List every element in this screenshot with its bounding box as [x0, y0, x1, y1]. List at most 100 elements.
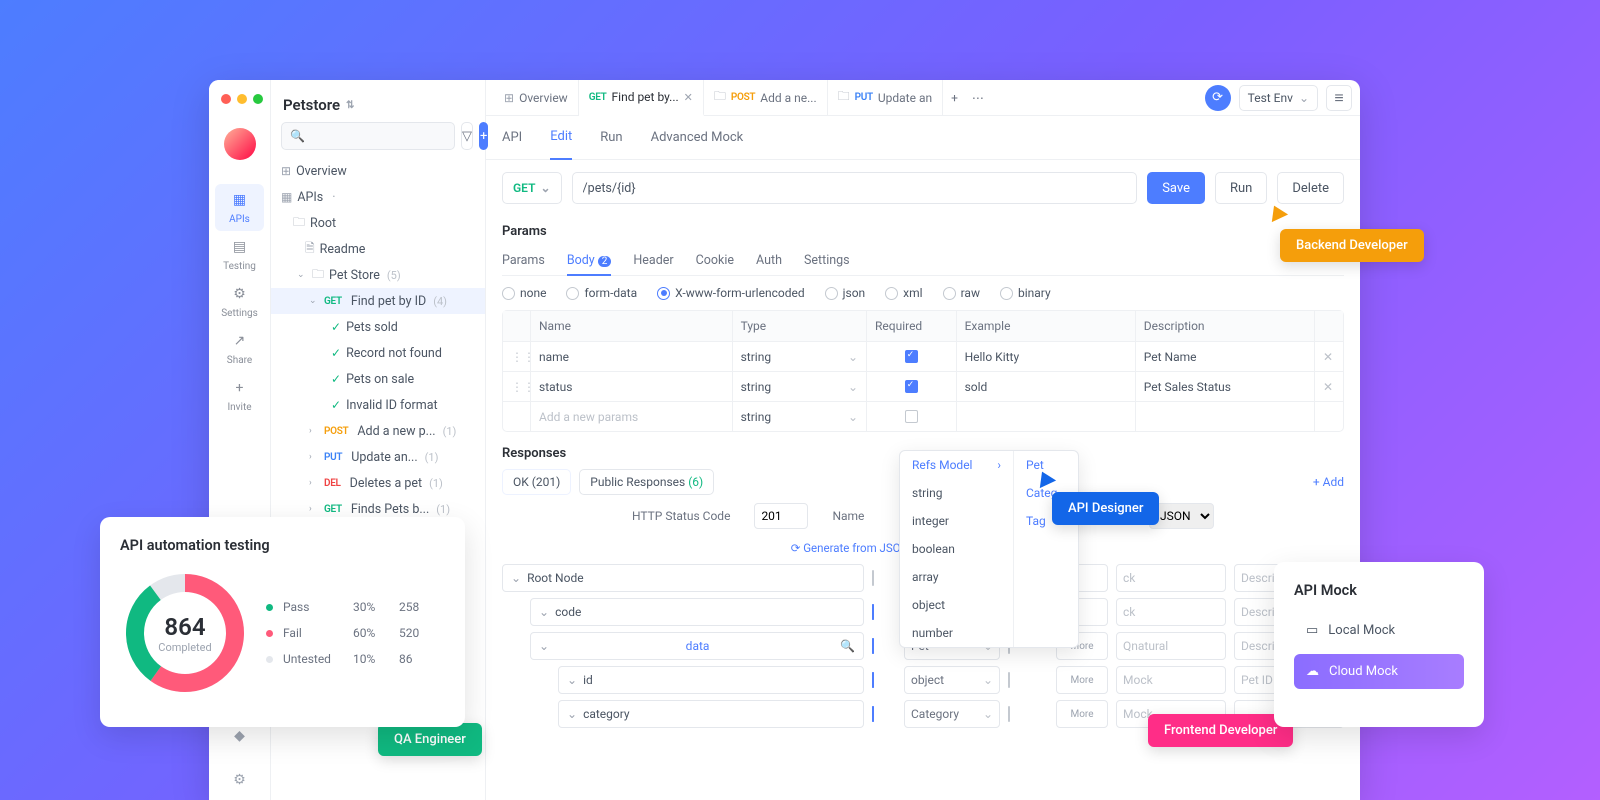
param-desc[interactable]: Pet Name [1136, 342, 1315, 371]
editor-tab[interactable]: GETFind pet by...✕ [579, 80, 704, 116]
sync-button[interactable]: ⟳ [1205, 85, 1231, 111]
param-name[interactable]: status [531, 372, 733, 401]
tree-endpoint[interactable]: ›POSTAdd a new p...(1) [271, 418, 485, 444]
mock-input[interactable]: ck [1116, 564, 1226, 592]
subtab-advanced-mock[interactable]: Advanced Mock [651, 116, 744, 160]
encoding-X-www-form-urlencoded[interactable]: X-www-form-urlencoded [657, 286, 804, 300]
type-option[interactable]: object [900, 591, 1013, 619]
encoding-raw[interactable]: raw [943, 286, 980, 300]
type-option[interactable]: integer [900, 507, 1013, 535]
delete-button[interactable]: Delete [1277, 172, 1344, 204]
mock-input[interactable]: Qnatural [1116, 632, 1226, 660]
required-checkbox[interactable] [872, 570, 874, 586]
rail-item-invite[interactable]: +Invite [215, 372, 264, 419]
avatar[interactable] [224, 128, 256, 160]
sidebar-search-input[interactable] [281, 122, 455, 150]
required-checkbox[interactable] [872, 706, 874, 722]
local-mock-option[interactable]: ▭Local Mock [1294, 613, 1464, 648]
subtab-run[interactable]: Run [600, 116, 622, 160]
tree-example[interactable]: ✓Pets sold [271, 314, 485, 340]
method-select[interactable]: GET⌄ [502, 172, 562, 204]
rail-item-share[interactable]: ↗Share [215, 325, 264, 372]
required-checkbox[interactable] [872, 638, 874, 654]
required-checkbox[interactable] [905, 380, 918, 393]
param-type[interactable]: string⌄ [733, 372, 867, 401]
required-checkbox[interactable] [905, 350, 918, 363]
param-name[interactable]: name [531, 342, 733, 371]
mock-input[interactable]: Mock [1116, 666, 1226, 694]
schema-name[interactable]: ⌄code [530, 598, 864, 626]
rail-item-settings[interactable]: ⚙Settings [215, 278, 264, 325]
tree-example[interactable]: ✓Invalid ID format [271, 392, 485, 418]
param-example[interactable]: Hello Kitty [957, 342, 1136, 371]
editor-tab[interactable]: ⊞Overview [494, 80, 579, 116]
rail-item-apis[interactable]: ▦APIs [215, 184, 264, 231]
minimize-window-icon[interactable] [237, 94, 247, 104]
type-option[interactable]: string [900, 479, 1013, 507]
drag-handle-icon[interactable]: ⋮⋮ [503, 372, 531, 401]
tree-endpoint[interactable]: ›DELDeletes a pet(1) [271, 470, 485, 496]
schema-type-select[interactable]: object⌄ [904, 666, 1000, 694]
tree-example[interactable]: ✓Pets on sale [271, 366, 485, 392]
schema-name[interactable]: ⌄data🔍 [530, 632, 864, 660]
notification-icon[interactable]: ◆ [230, 726, 250, 746]
cloud-mock-option[interactable]: ☁Cloud Mock [1294, 654, 1464, 689]
mock-input[interactable]: ck [1116, 598, 1226, 626]
editor-tab[interactable]: 🗀PUTUpdate an [828, 80, 943, 116]
response-tab[interactable]: OK (201) [502, 469, 571, 495]
new-tab-button[interactable]: + [943, 80, 966, 116]
encoding-form-data[interactable]: form-data [566, 286, 637, 300]
param-type[interactable]: string⌄ [733, 342, 867, 371]
nullable-checkbox[interactable] [1008, 706, 1010, 722]
type-option[interactable]: array [900, 563, 1013, 591]
tree-example[interactable]: ✓Record not found [271, 340, 485, 366]
settings-gear-icon[interactable]: ⚙ [230, 770, 250, 790]
schema-name[interactable]: ⌄Root Node [502, 564, 864, 592]
tree-endpoint[interactable]: ›PUTUpdate an...(1) [271, 444, 485, 470]
delete-row-icon[interactable]: ✕ [1315, 372, 1343, 401]
encoding-none[interactable]: none [502, 286, 546, 300]
param-example[interactable]: sold [957, 372, 1136, 401]
tree-apis[interactable]: ▦APIs· [271, 184, 485, 210]
type-option[interactable]: number [900, 619, 1013, 647]
close-tab-icon[interactable]: ✕ [684, 91, 693, 104]
param-add-row[interactable]: Add a new paramsstring⌄ [503, 401, 1343, 431]
response-tab[interactable]: Public Responses (6) [579, 469, 714, 495]
required-checkbox[interactable] [905, 410, 918, 423]
param-tab-auth[interactable]: Auth [756, 247, 782, 275]
required-checkbox[interactable] [872, 604, 874, 620]
param-tab-settings[interactable]: Settings [804, 247, 850, 275]
close-window-icon[interactable] [221, 94, 231, 104]
url-input[interactable] [572, 172, 1138, 204]
tree-petstore[interactable]: ⌄🗀Pet Store(5) [271, 262, 485, 288]
tree-overview[interactable]: ⊞Overview [271, 158, 485, 184]
tree-root[interactable]: 🗀Root [271, 210, 485, 236]
more-button[interactable]: More [1056, 700, 1108, 728]
param-tab-cookie[interactable]: Cookie [696, 247, 734, 275]
env-select[interactable]: Test Env ⌄ [1239, 85, 1318, 111]
tab-menu[interactable]: ⋯ [966, 80, 990, 116]
subtab-edit[interactable]: Edit [550, 116, 572, 160]
maximize-window-icon[interactable] [253, 94, 263, 104]
tree-readme[interactable]: 🗎Readme [271, 236, 485, 262]
param-tab-header[interactable]: Header [633, 247, 673, 275]
schema-type-select[interactable]: Category⌄ [904, 700, 1000, 728]
encoding-xml[interactable]: xml [885, 286, 922, 300]
type-option[interactable]: boolean [900, 535, 1013, 563]
run-button[interactable]: Run [1215, 172, 1267, 204]
param-desc[interactable]: Pet Sales Status [1136, 372, 1315, 401]
encoding-binary[interactable]: binary [1000, 286, 1051, 300]
add-response-link[interactable]: + Add [1313, 475, 1344, 489]
required-checkbox[interactable] [872, 672, 874, 688]
nullable-checkbox[interactable] [1008, 672, 1010, 688]
param-tab-params[interactable]: Params [502, 247, 545, 275]
menu-button[interactable]: ≡ [1326, 85, 1352, 111]
encoding-json[interactable]: json [825, 286, 866, 300]
filter-button[interactable]: ▽ [461, 122, 473, 150]
schema-name[interactable]: ⌄id [558, 666, 864, 694]
http-status-input[interactable] [754, 503, 808, 529]
editor-tab[interactable]: 🗀POSTAdd a ne... [704, 80, 828, 116]
rail-item-testing[interactable]: ▤Testing [215, 231, 264, 278]
save-button[interactable]: Save [1147, 172, 1205, 204]
subtab-api[interactable]: API [502, 116, 522, 160]
